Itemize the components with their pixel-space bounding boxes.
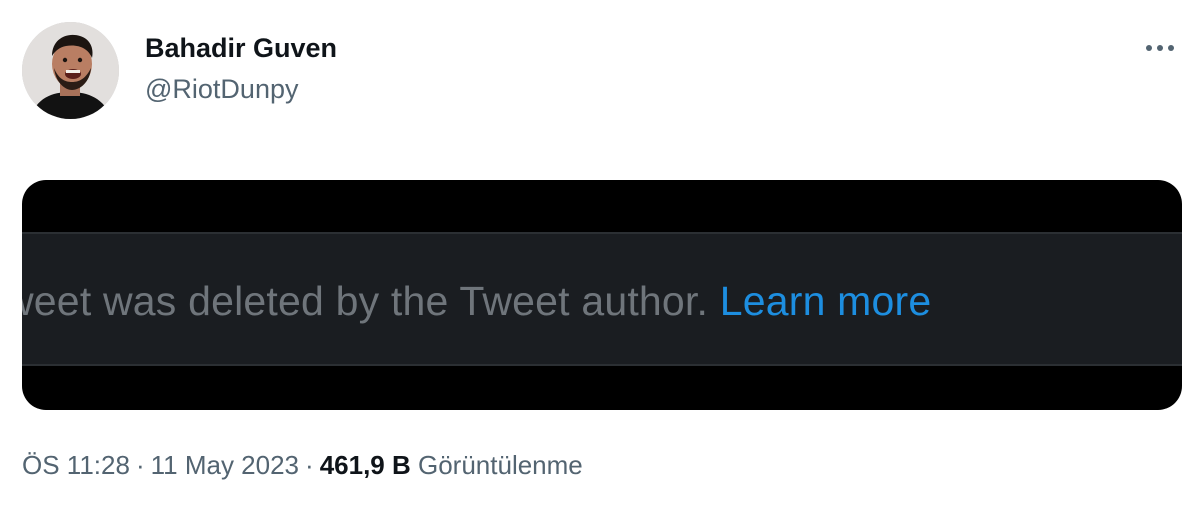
avatar[interactable]: [22, 22, 119, 119]
deleted-notice-banner: weet was deleted by the Tweet author. Le…: [22, 232, 1182, 366]
tweet-meta: ÖS 11:28 · 11 May 2023 · 461,9 B Görüntülenm…: [22, 450, 583, 481]
more-horizontal-icon: [1146, 45, 1174, 51]
tweet-date[interactable]: 11 May 2023: [151, 450, 299, 480]
tweet-time[interactable]: ÖS 11:28: [22, 450, 130, 480]
learn-more-link: Learn more: [719, 278, 932, 324]
tweet: Bahadir Guven @RiotDunpy weet was delete…: [0, 0, 1200, 505]
meta-separator: ·: [305, 450, 314, 480]
more-options-button[interactable]: [1138, 30, 1182, 66]
author-name[interactable]: Bahadir Guven: [145, 33, 337, 64]
views-count[interactable]: 461,9 B: [320, 450, 411, 480]
deleted-notice-message: weet was deleted by the Tweet author.: [22, 278, 709, 324]
meta-separator: ·: [135, 450, 145, 480]
tweet-media-image[interactable]: weet was deleted by the Tweet author. Le…: [22, 180, 1182, 410]
author-handle[interactable]: @RiotDunpy: [145, 74, 298, 105]
deleted-notice-text: weet was deleted by the Tweet author. Le…: [22, 278, 931, 325]
views-label[interactable]: Görüntülenme: [418, 450, 583, 480]
avatar-image: [22, 22, 119, 119]
